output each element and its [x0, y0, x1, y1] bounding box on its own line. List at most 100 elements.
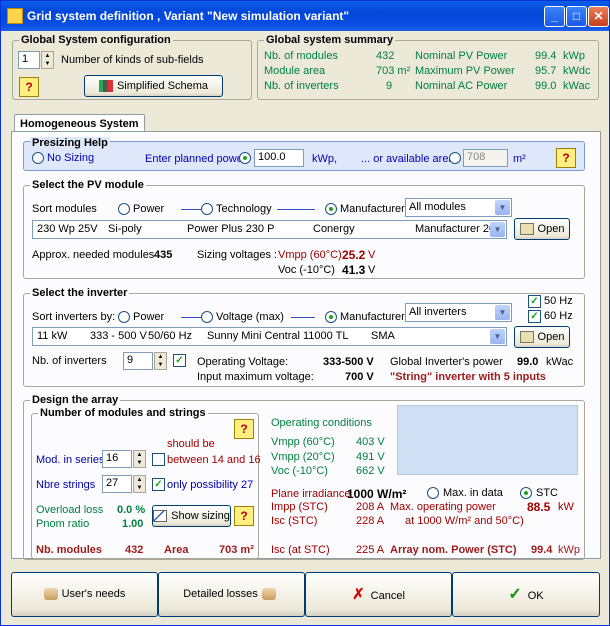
area-radio[interactable] [449, 152, 461, 164]
stc-radio[interactable] [520, 487, 532, 499]
help-icon[interactable]: ? [234, 506, 254, 526]
sort-power-radio[interactable] [118, 203, 130, 215]
nb-modules-label: Nb. modules [36, 544, 103, 556]
inv-sort-manufacturer-radio[interactable] [325, 311, 337, 323]
sort-manufacturer-radio[interactable] [325, 203, 337, 215]
chevron-down-icon: ▼ [495, 200, 510, 215]
open-icon [519, 331, 534, 344]
detailed-losses-button[interactable]: Detailed losses [158, 572, 305, 617]
title-bar[interactable]: Grid system definition , Variant "New si… [1, 1, 609, 31]
50hz-checkbox[interactable]: ✓ [528, 295, 541, 308]
module-filter-select[interactable]: All modules ▼ [405, 198, 512, 217]
show-sizing-button[interactable]: Show sizing [152, 505, 231, 527]
operating-voltage-label: Operating Voltage: [197, 356, 289, 368]
planned-power-radio[interactable] [239, 152, 251, 164]
nbre-strings-spinner[interactable]: ▲ ▼ [133, 475, 146, 493]
close-button[interactable]: ✕ [588, 6, 609, 27]
summary-unit: kWac [563, 80, 591, 92]
between-checkbox[interactable] [152, 453, 165, 466]
sort-technology-label: Technology [216, 203, 272, 215]
users-needs-button[interactable]: User's needs [11, 572, 158, 617]
overload-loss-value: 0.0 % [117, 504, 146, 516]
voc-label: Voc (-10°C) [271, 465, 328, 477]
ok-button[interactable]: ✓ OK [452, 572, 600, 617]
string-inverter-note: "String" inverter with 5 inputs [390, 371, 546, 383]
should-be-label: should be [167, 438, 215, 450]
chart-icon [153, 510, 168, 523]
planned-power-input[interactable]: 100.0 [254, 149, 304, 167]
open-label: Open [537, 223, 565, 235]
nb-inverters-input[interactable]: 9 [123, 352, 153, 370]
summary-title: Global system summary [264, 34, 396, 46]
max-in-data-radio[interactable] [427, 487, 439, 499]
module-model: Power Plus 230 P [187, 223, 275, 235]
schema-label: Simplified Schema [116, 80, 209, 92]
maximize-button[interactable]: □ [566, 6, 587, 27]
isc-at-stc-label: Isc (at STC) [271, 544, 330, 556]
nb-inverters-checkbox[interactable]: ✓ [173, 354, 186, 367]
area-input[interactable]: 708 [463, 149, 508, 167]
sort-technology-radio[interactable] [201, 203, 213, 215]
mod-series-spinner[interactable]: ▲ ▼ [133, 450, 146, 468]
max-operating-power-value: 88.5 [527, 500, 551, 514]
subfields-input[interactable]: 1 [18, 51, 40, 69]
inverter-frequency: 50/60 Hz [148, 330, 193, 342]
cancel-button[interactable]: ✗ Cancel [305, 572, 452, 617]
isc-label: Isc (STC) [271, 515, 318, 527]
nb-modules-value: 432 [125, 544, 144, 556]
minimize-button[interactable]: _ [544, 6, 565, 27]
vmpp-value: 25.2 [342, 248, 366, 262]
simplified-schema-button[interactable]: Simplified Schema [84, 75, 223, 97]
60hz-checkbox[interactable]: ✓ [528, 310, 541, 323]
module-select[interactable]: 230 Wp 25V Si-poly Power Plus 230 P Cone… [32, 220, 507, 239]
subfields-label: Number of kinds of sub-fields [61, 54, 204, 66]
presizing-title: Presizing Help [30, 137, 110, 149]
mod-series-label: Mod. in series [36, 454, 105, 466]
operating-conditions-title: Operating conditions [271, 417, 372, 429]
inv-sort-voltage-radio[interactable] [201, 311, 213, 323]
schema-icon [98, 80, 113, 93]
app-icon [7, 8, 23, 24]
summary-value: 9 [386, 80, 393, 92]
planned-power-unit: kWp, [312, 153, 338, 165]
help-icon[interactable]: ? [556, 148, 576, 168]
connector-line [181, 317, 201, 318]
module-open-button[interactable]: Open [514, 218, 570, 240]
impp-value: 208 A [356, 501, 385, 513]
chevron-down-icon: ▼ [490, 222, 505, 237]
50hz-label: 50 Hz [544, 295, 573, 307]
module-filter-value: All modules [409, 201, 466, 213]
vmpp60-value: 403 V [356, 436, 385, 448]
connector-line [181, 209, 201, 210]
module-maker: Conergy [313, 223, 355, 235]
between-label: between 14 and 16 [167, 454, 261, 466]
help-icon[interactable]: ? [234, 419, 254, 439]
isc-at-stc-value: 225 A [356, 544, 385, 556]
hand-left-icon [43, 588, 58, 601]
inverter-filter-select[interactable]: All inverters ▼ [405, 303, 512, 322]
subfields-spinner[interactable]: ▲ ▼ [41, 51, 54, 69]
mod-series-input[interactable]: 16 [102, 450, 132, 468]
only-possibility-checkbox[interactable]: ✓ [152, 478, 165, 491]
module-source: Manufacturer 20( [415, 223, 499, 235]
vmpp20-label: Vmpp (20°C) [271, 451, 335, 463]
irradiance-label: Plane irradiance [271, 488, 351, 500]
stc-label: STC [536, 487, 558, 499]
nb-inverters-spinner[interactable]: ▲ ▼ [154, 352, 167, 370]
inverter-select[interactable]: 11 kW 333 - 500 V 50/60 Hz Sunny Mini Ce… [32, 327, 507, 346]
summary-value: 95.7 [535, 65, 557, 77]
global-inverter-power-label: Global Inverter's power [390, 356, 503, 368]
vmpp-unit: V [368, 249, 376, 261]
no-sizing-radio[interactable] [32, 152, 44, 164]
chevron-down-icon: ▼ [490, 329, 505, 344]
pv-module-title: Select the PV module [30, 179, 146, 191]
irradiance-value: 1000 W/m² [347, 487, 407, 501]
summary-unit: kWdc [563, 65, 591, 77]
sort-manufacturer-label: Manufacturer [340, 203, 405, 215]
voc-unit: V [368, 264, 376, 276]
inv-sort-power-radio[interactable] [118, 311, 130, 323]
inverter-open-button[interactable]: Open [514, 326, 570, 348]
nbre-strings-input[interactable]: 27 [102, 475, 132, 493]
help-icon[interactable]: ? [19, 77, 39, 97]
no-sizing-label: No Sizing [47, 152, 95, 164]
